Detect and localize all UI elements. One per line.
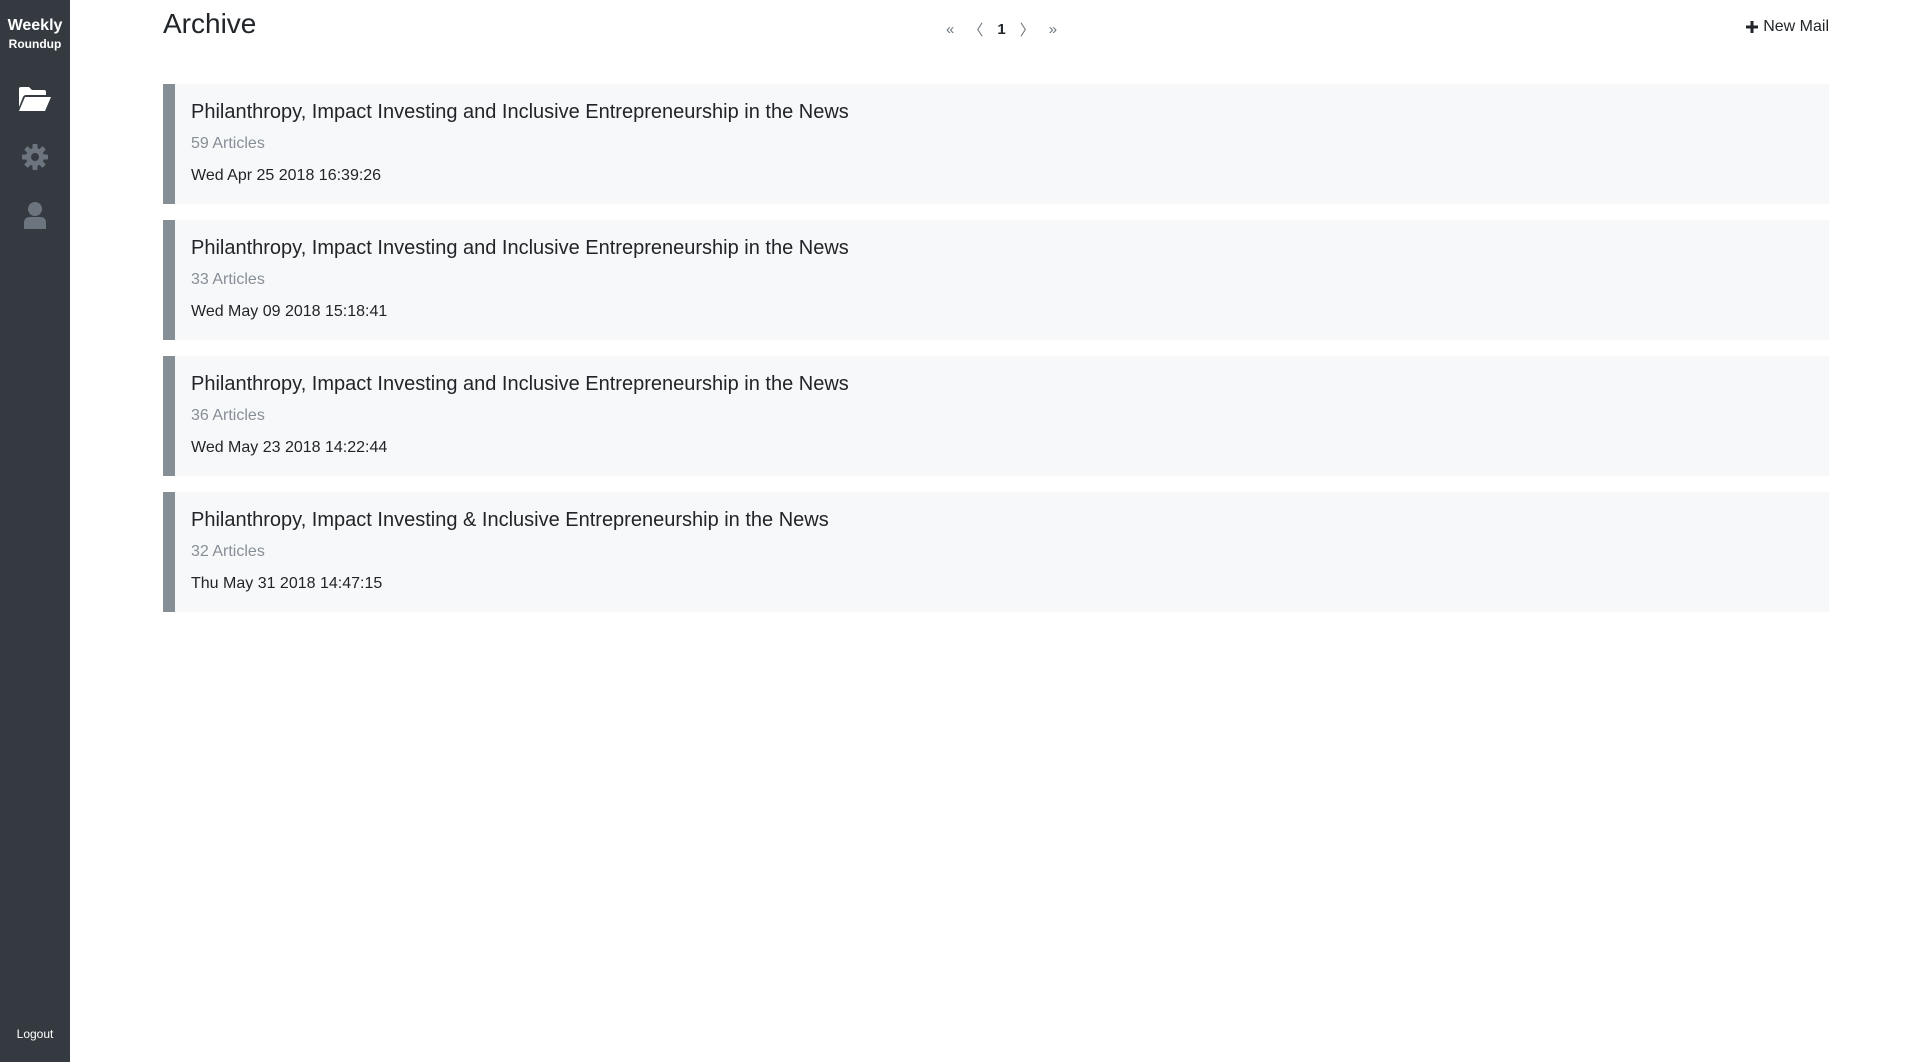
plus-icon xyxy=(1746,21,1759,33)
archive-item-count: 33 Articles xyxy=(191,271,265,288)
first-page-button[interactable]: « xyxy=(946,21,954,38)
archive-item-date: Wed May 09 2018 15:18:41 xyxy=(191,303,388,320)
current-page[interactable]: 1 xyxy=(997,21,1005,38)
archive-item-title: Philanthropy, Impact Investing & Inclusi… xyxy=(191,509,829,531)
brand-line1: Weekly xyxy=(7,17,63,34)
archive-item[interactable]: Philanthropy, Impact Investing and Inclu… xyxy=(163,84,1829,204)
archive-item[interactable]: Philanthropy, Impact Investing & Inclusi… xyxy=(163,492,1829,612)
archive-item-date: Thu May 31 2018 14:47:15 xyxy=(191,575,383,592)
archive-item[interactable]: Philanthropy, Impact Investing and Inclu… xyxy=(163,356,1829,476)
archive-item-date: Wed Apr 25 2018 16:39:26 xyxy=(191,167,382,184)
main-content: Archive « 〈 1 〉 » New Mail Philanthropy,… xyxy=(163,0,1829,1062)
brand-logo[interactable]: Weekly Roundup xyxy=(0,16,70,52)
pagination: « 〈 1 〉 » xyxy=(946,17,1057,41)
archive-item-title: Philanthropy, Impact Investing and Inclu… xyxy=(191,237,849,259)
user-icon[interactable] xyxy=(15,195,55,235)
logout-link[interactable]: Logout xyxy=(0,1027,70,1041)
folder-open-icon[interactable] xyxy=(15,79,55,119)
new-mail-button[interactable]: New Mail xyxy=(1746,18,1829,36)
archive-item[interactable]: Philanthropy, Impact Investing and Inclu… xyxy=(163,220,1829,340)
last-page-button[interactable]: » xyxy=(1049,21,1057,38)
archive-item-title: Philanthropy, Impact Investing and Inclu… xyxy=(191,373,849,395)
archive-list: Philanthropy, Impact Investing and Inclu… xyxy=(163,84,1829,628)
archive-item-title: Philanthropy, Impact Investing and Inclu… xyxy=(191,101,849,123)
archive-item-date: Wed May 23 2018 14:22:44 xyxy=(191,439,388,456)
gear-icon[interactable] xyxy=(15,137,55,177)
archive-item-count: 59 Articles xyxy=(191,135,265,152)
archive-item-count: 36 Articles xyxy=(191,407,265,424)
next-page-button[interactable]: 〉 xyxy=(1020,19,1035,40)
sidebar: Weekly Roundup Logout xyxy=(0,0,70,1062)
archive-item-count: 32 Articles xyxy=(191,543,265,560)
prev-page-button[interactable]: 〈 xyxy=(968,19,983,40)
new-mail-label: New Mail xyxy=(1763,18,1829,35)
brand-line2: Roundup xyxy=(8,37,62,52)
page-title: Archive xyxy=(163,8,257,39)
